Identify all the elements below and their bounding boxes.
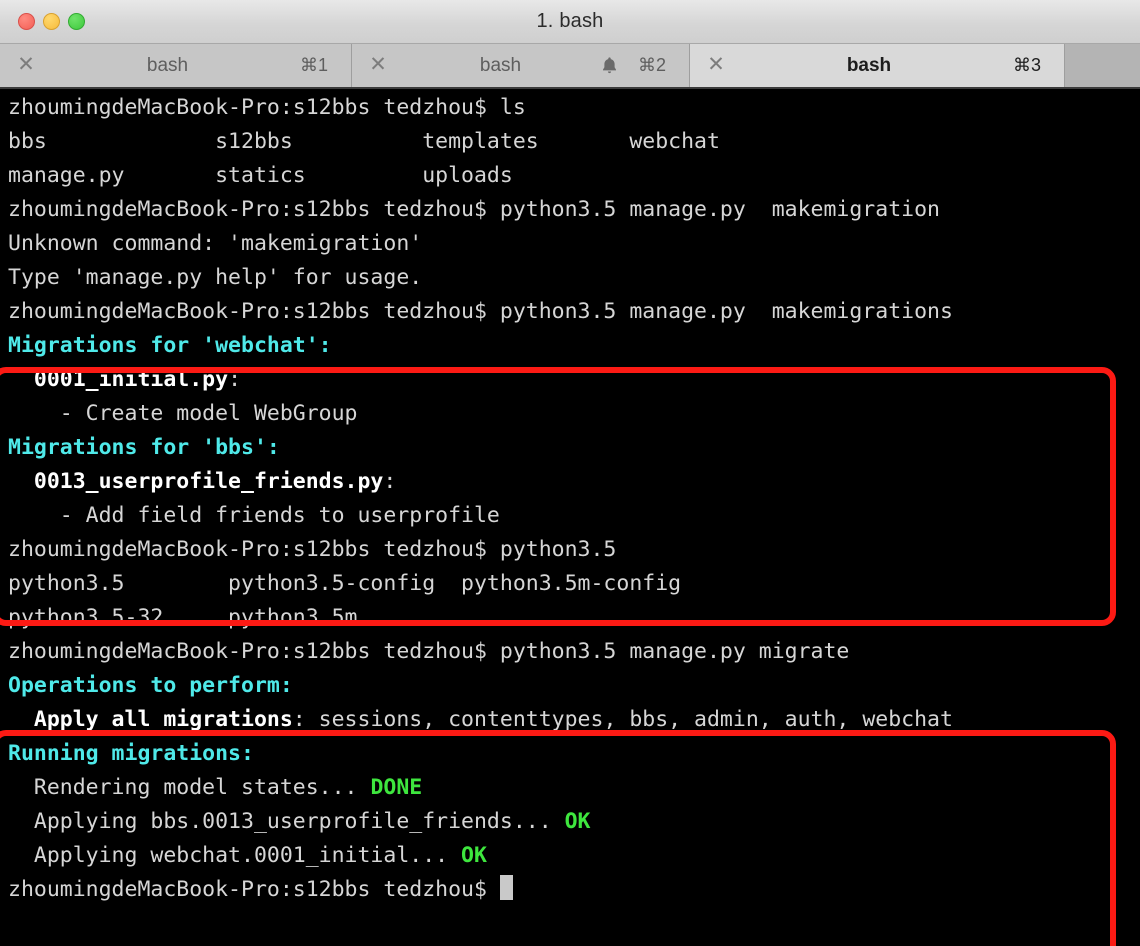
terminal-text: Rendering model states... xyxy=(8,775,371,800)
close-icon[interactable]: ✕ xyxy=(352,54,404,77)
terminal-line: Rendering model states... DONE xyxy=(8,771,1140,805)
text-cursor xyxy=(499,875,513,900)
close-icon[interactable]: ✕ xyxy=(690,54,742,77)
terminal-line: Operations to perform: xyxy=(8,669,1140,703)
terminal-text: zhoumingdeMacBook-Pro:s12bbs tedzhou$ py… xyxy=(8,299,953,324)
title-bar: 1. bash xyxy=(0,0,1140,44)
terminal-line: 0001_initial.py: xyxy=(8,363,1140,397)
terminal-line: Unknown command: 'makemigration' xyxy=(8,227,1140,261)
tab-shortcut: ⌘1 xyxy=(299,55,328,75)
terminal-line: zhoumingdeMacBook-Pro:s12bbs tedzhou$ ls xyxy=(8,91,1140,125)
terminal-text: python3.5 python3.5-config python3.5m-co… xyxy=(8,571,682,596)
terminal-line: zhoumingdeMacBook-Pro:s12bbs tedzhou$ py… xyxy=(8,635,1140,669)
terminal-text: : sessions, contenttypes, bbs, admin, au… xyxy=(292,707,953,732)
terminal-text: 0001_initial.py xyxy=(8,367,229,392)
terminal-text: : xyxy=(228,367,242,392)
terminal-text: Operations to perform: xyxy=(8,673,293,698)
terminal-body[interactable]: zhoumingdeMacBook-Pro:s12bbs tedzhou$ ls… xyxy=(0,89,1140,946)
terminal-text: Migrations for 'bbs': xyxy=(8,435,280,460)
tab-bash-1[interactable]: ✕ bash ⌘1 xyxy=(0,44,352,87)
terminal-text: OK xyxy=(564,809,591,834)
terminal-line: Type 'manage.py help' for usage. xyxy=(8,261,1140,295)
terminal-line: - Add field friends to userprofile xyxy=(8,499,1140,533)
terminal-line: Applying bbs.0013_userprofile_friends...… xyxy=(8,805,1140,839)
terminal-text: zhoumingdeMacBook-Pro:s12bbs tedzhou$ py… xyxy=(8,197,940,222)
terminal-text: 0013_userprofile_friends.py xyxy=(8,469,384,494)
terminal-text: Apply all migrations xyxy=(8,707,293,732)
terminal-line: Running migrations: xyxy=(8,737,1140,771)
terminal-text: Applying webchat.0001_initial... xyxy=(8,843,462,868)
terminal-output: zhoumingdeMacBook-Pro:s12bbs tedzhou$ ls… xyxy=(8,91,1140,907)
terminal-text: manage.py statics uploads xyxy=(8,163,513,188)
terminal-text: python3.5-32 python3.5m xyxy=(8,605,358,630)
terminal-text: : xyxy=(383,469,397,494)
tab-bash-2[interactable]: ✕ bash ⌘2 xyxy=(352,44,690,87)
terminal-text: zhoumingdeMacBook-Pro:s12bbs tedzhou$ py… xyxy=(8,639,850,664)
terminal-text: zhoumingdeMacBook-Pro:s12bbs tedzhou$ ls xyxy=(8,95,526,120)
tab-bash-3[interactable]: ✕ bash ⌘3 xyxy=(690,44,1065,87)
terminal-text: Type 'manage.py help' for usage. xyxy=(8,265,423,290)
terminal-line: python3.5-32 python3.5m xyxy=(8,601,1140,635)
terminal-line: 0013_userprofile_friends.py: xyxy=(8,465,1140,499)
tab-bar-filler xyxy=(1065,44,1140,87)
terminal-line: Applying webchat.0001_initial... OK xyxy=(8,839,1140,873)
terminal-line: bbs s12bbs templates webchat xyxy=(8,125,1140,159)
tab-shortcut: ⌘3 xyxy=(1012,55,1041,75)
terminal-text: DONE xyxy=(370,775,423,800)
tab-label: bash xyxy=(146,54,189,76)
terminal-text: bbs s12bbs templates webchat xyxy=(8,129,720,154)
terminal-window: 1. bash ✕ bash ⌘1 ✕ bash ⌘2 ✕ bash ⌘3 zh… xyxy=(0,0,1140,946)
terminal-line: python3.5 python3.5-config python3.5m-co… xyxy=(8,567,1140,601)
tab-bar: ✕ bash ⌘1 ✕ bash ⌘2 ✕ bash ⌘3 xyxy=(0,44,1140,89)
terminal-text: - Create model WebGroup xyxy=(8,401,358,426)
terminal-line: Migrations for 'bbs': xyxy=(8,431,1140,465)
terminal-line: zhoumingdeMacBook-Pro:s12bbs tedzhou$ py… xyxy=(8,295,1140,329)
close-icon[interactable]: ✕ xyxy=(0,54,52,77)
tab-label: bash xyxy=(479,54,522,76)
tab-shortcut: ⌘2 xyxy=(637,55,666,75)
terminal-text: Applying bbs.0013_userprofile_friends... xyxy=(8,809,565,834)
tab-label: bash xyxy=(846,54,892,76)
terminal-text: zhoumingdeMacBook-Pro:s12bbs tedzhou$ py… xyxy=(8,537,617,562)
terminal-line: manage.py statics uploads xyxy=(8,159,1140,193)
terminal-text: OK xyxy=(461,843,487,868)
terminal-text: zhoumingdeMacBook-Pro:s12bbs tedzhou$ xyxy=(8,877,500,902)
terminal-line: Apply all migrations: sessions, contentt… xyxy=(8,703,1140,737)
terminal-line: zhoumingdeMacBook-Pro:s12bbs tedzhou$ py… xyxy=(8,533,1140,567)
window-title: 1. bash xyxy=(536,10,604,32)
terminal-text: - Add field friends to userprofile xyxy=(8,503,500,528)
terminal-text: Running migrations: xyxy=(8,741,254,766)
terminal-line: zhoumingdeMacBook-Pro:s12bbs tedzhou$ xyxy=(8,873,1140,907)
terminal-line: Migrations for 'webchat': xyxy=(8,329,1140,363)
terminal-line: - Create model WebGroup xyxy=(8,397,1140,431)
bell-icon xyxy=(597,56,621,75)
terminal-line: zhoumingdeMacBook-Pro:s12bbs tedzhou$ py… xyxy=(8,193,1140,227)
terminal-text: Unknown command: 'makemigration' xyxy=(8,231,423,256)
terminal-text: Migrations for 'webchat': xyxy=(8,333,332,358)
